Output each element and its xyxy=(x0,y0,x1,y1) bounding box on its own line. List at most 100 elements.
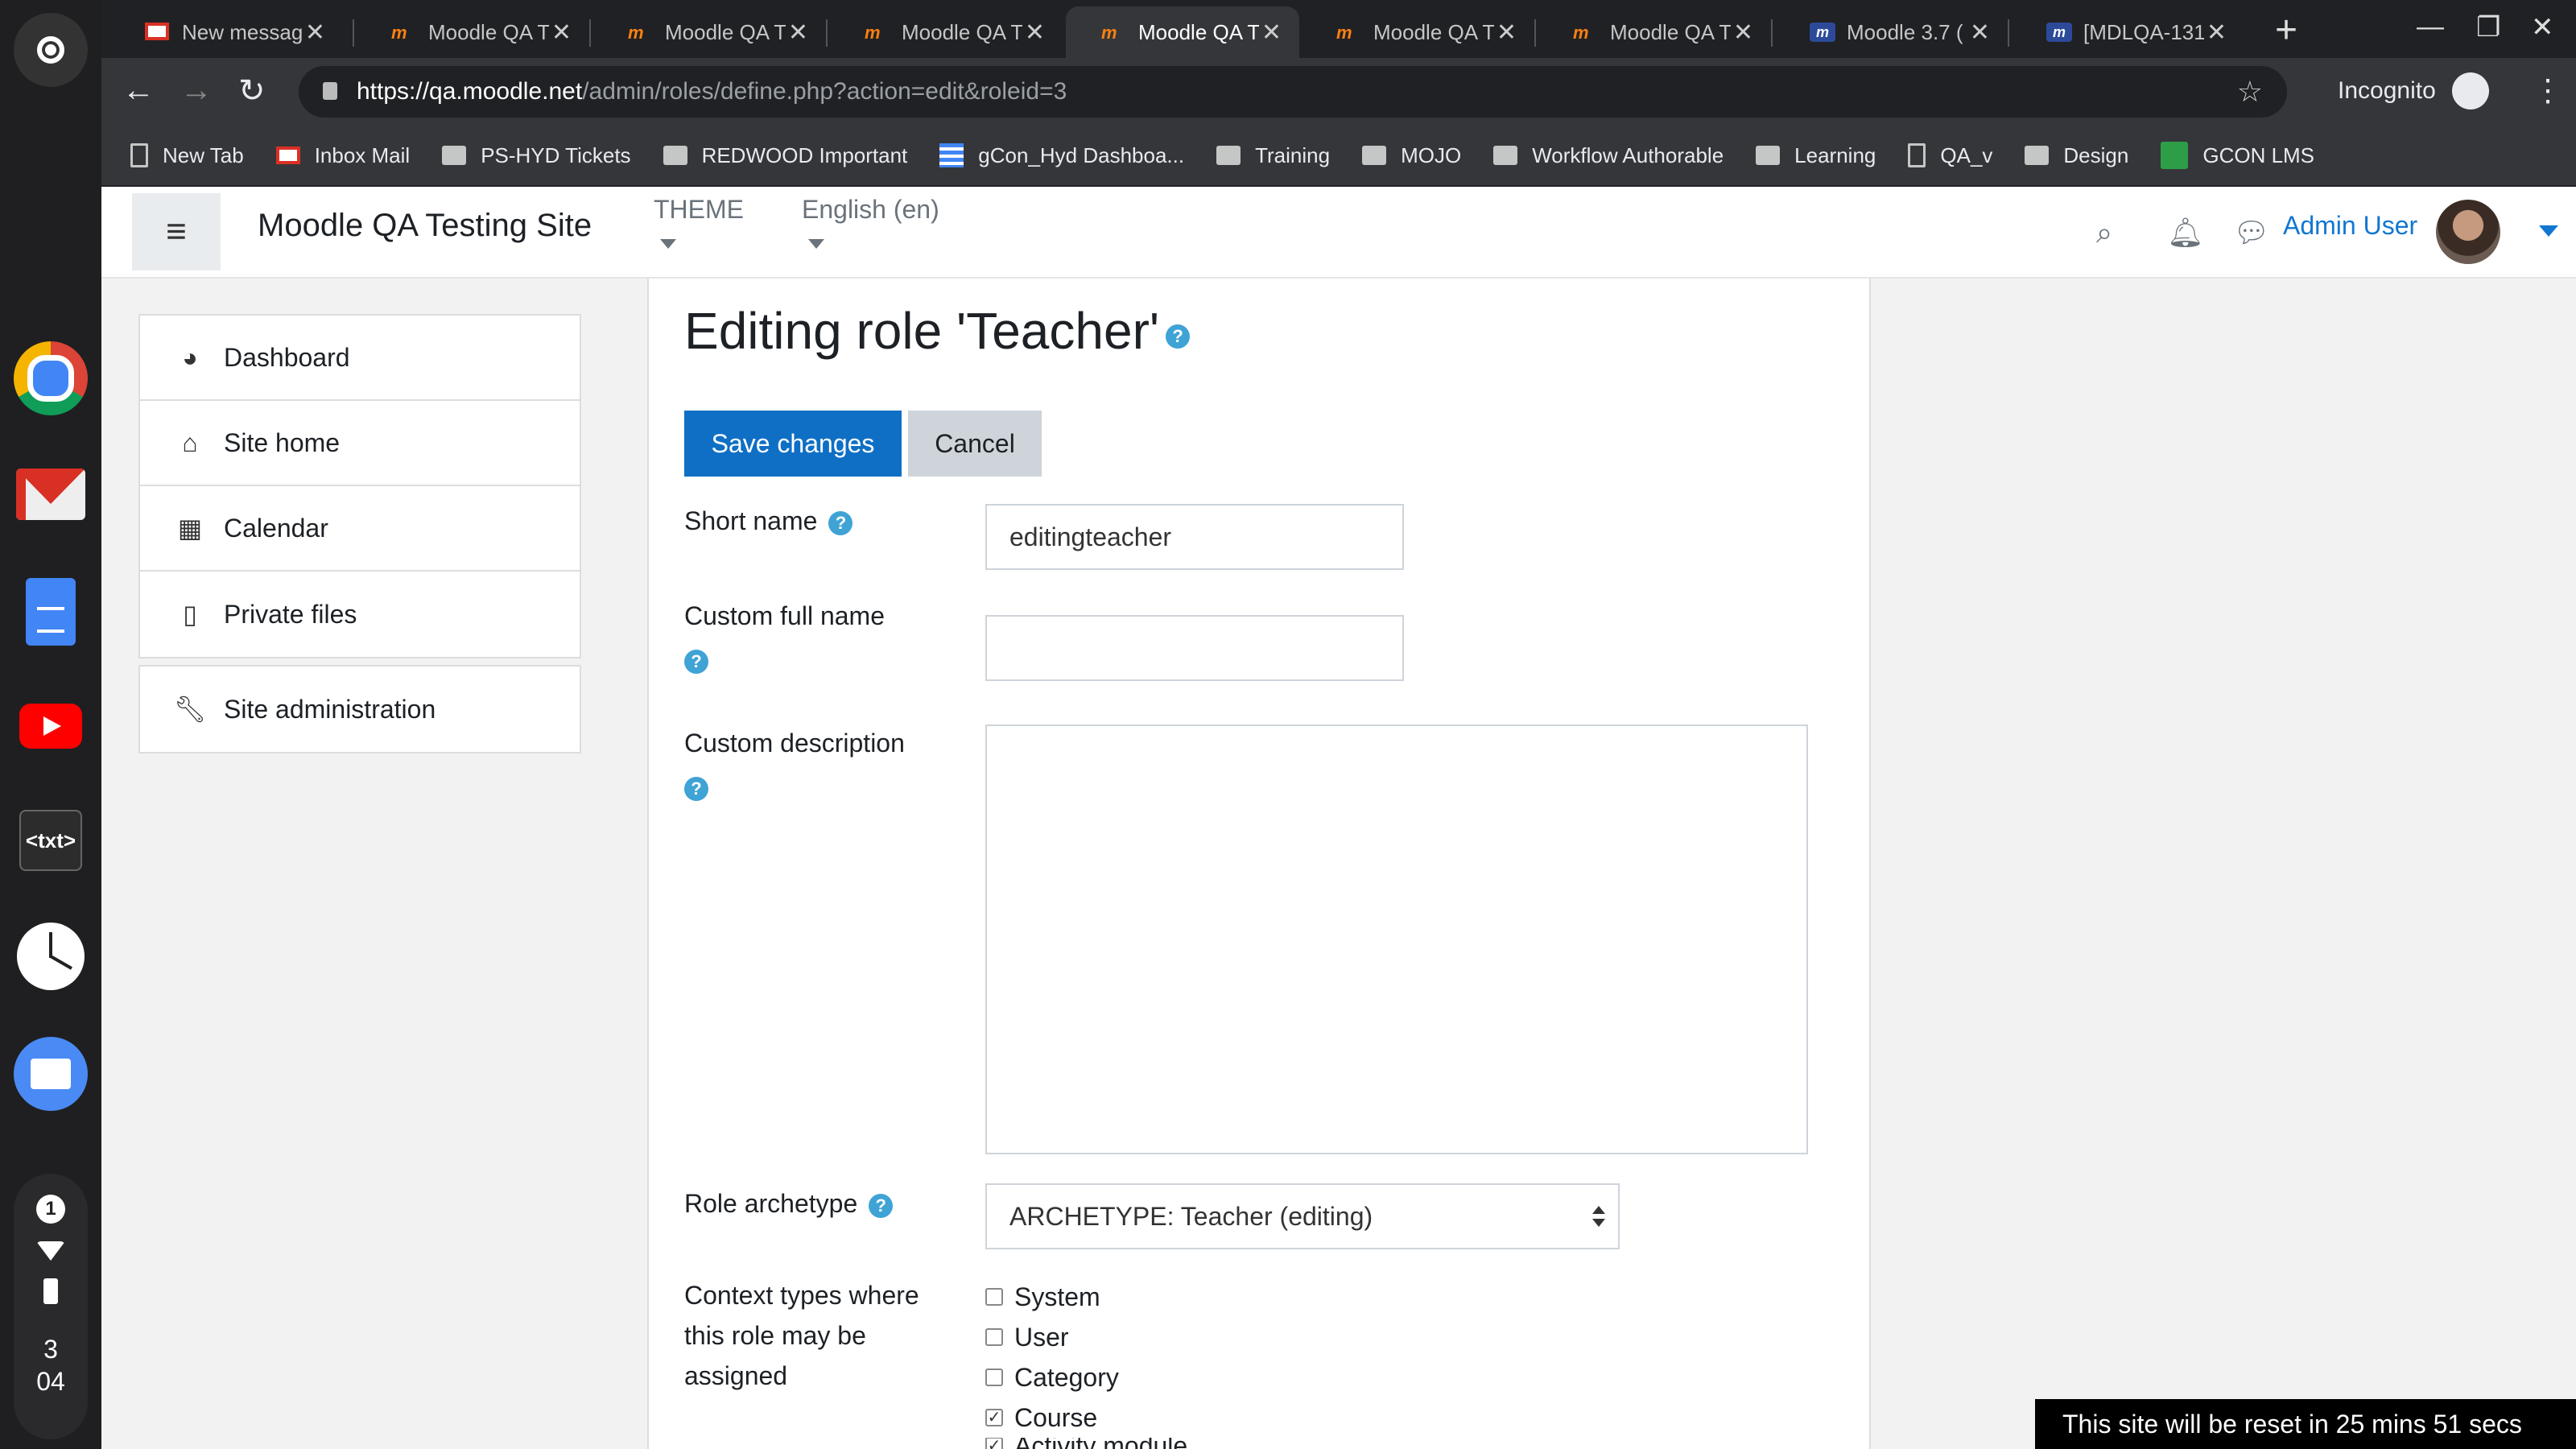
checkbox-checked[interactable]: ✓ xyxy=(985,1409,1003,1426)
browser-tab[interactable]: m Moodle QA T ✕ xyxy=(1538,6,1771,58)
browser-tab[interactable]: m Moodle QA T ✕ xyxy=(1301,6,1534,58)
bookmark-label: gCon_Hyd Dashboa... xyxy=(978,142,1185,167)
close-icon[interactable]: ✕ xyxy=(551,19,572,47)
cancel-button[interactable]: Cancel xyxy=(908,411,1042,477)
help-icon[interactable]: ? xyxy=(684,776,708,801)
folder-icon xyxy=(1756,146,1781,165)
nav-item-site-home[interactable]: ⌂ Site home xyxy=(140,401,580,486)
bookmark-item[interactable]: QA_v xyxy=(1908,143,1992,168)
checkbox[interactable] xyxy=(985,1368,1003,1386)
reload-icon[interactable]: ↻ xyxy=(238,72,266,109)
hamburger-menu-icon[interactable]: ≡ xyxy=(132,193,221,270)
files-icon[interactable] xyxy=(14,1037,88,1111)
browser-tab[interactable]: m [MDLQA-131 ✕ xyxy=(2011,6,2244,58)
bookmark-folder[interactable]: Design xyxy=(2025,143,2128,168)
clock-icon[interactable] xyxy=(14,919,88,993)
minimize-icon[interactable]: — xyxy=(2417,11,2444,43)
new-tab-icon[interactable]: + xyxy=(2275,8,2297,52)
bookmark-label: REDWOOD Important xyxy=(701,142,908,167)
nav-item-site-administration[interactable]: 🔧︎ Site administration xyxy=(140,667,580,752)
bookmark-folder[interactable]: REDWOOD Important xyxy=(663,142,908,168)
context-checkbox-activity-module[interactable]: ✓ Activity module xyxy=(985,1438,1187,1449)
close-icon[interactable]: ✕ xyxy=(1025,19,1045,47)
system-clock: 3 04 xyxy=(36,1333,65,1397)
bookmark-folder[interactable]: Workflow Authorable xyxy=(1493,143,1724,168)
chevron-down-icon[interactable] xyxy=(2539,225,2558,237)
checkbox[interactable] xyxy=(985,1288,1003,1306)
search-icon[interactable]: ⌕ xyxy=(2096,216,2112,250)
save-changes-button[interactable]: Save changes xyxy=(684,411,902,477)
chrome-icon[interactable] xyxy=(14,341,88,415)
text-editor-icon[interactable]: <txt> xyxy=(14,803,88,877)
browser-tab[interactable]: New message ✕ xyxy=(109,6,343,58)
help-icon[interactable]: ? xyxy=(684,649,708,674)
bookmark-item[interactable]: GCON LMS xyxy=(2161,142,2314,169)
menu-icon[interactable]: ⋮ xyxy=(2533,72,2563,109)
user-menu-name[interactable]: Admin User xyxy=(2283,211,2417,241)
youtube-icon[interactable] xyxy=(14,689,88,763)
lock-icon xyxy=(323,82,337,100)
tab-title: Moodle 3.7 ( xyxy=(1847,19,1963,44)
close-icon[interactable]: ✕ xyxy=(1496,19,1517,47)
bookmark-folder[interactable]: PS-HYD Tickets xyxy=(442,143,631,168)
checkbox[interactable] xyxy=(985,1328,1003,1346)
custom-full-name-input[interactable] xyxy=(985,615,1404,681)
system-tray[interactable]: 1 3 04 xyxy=(14,1174,88,1439)
role-archetype-select[interactable]: ARCHETYPE: Teacher (editing) xyxy=(985,1183,1620,1249)
theme-menu[interactable]: THEME xyxy=(654,195,744,249)
close-icon[interactable]: ✕ xyxy=(305,19,325,47)
short-name-input[interactable]: editingteacher xyxy=(985,504,1404,570)
browser-tab[interactable]: m Moodle 3.7 ( ✕ xyxy=(1774,6,2008,58)
context-checkbox-user[interactable]: User xyxy=(985,1317,1187,1357)
bell-icon[interactable]: 🔔︎ xyxy=(2167,216,2204,250)
role-archetype-label-text: Role archetype xyxy=(684,1189,858,1218)
close-icon[interactable]: ✕ xyxy=(1970,19,1990,47)
close-icon[interactable]: ✕ xyxy=(2207,19,2227,47)
bookmark-label: Learning xyxy=(1794,142,1876,167)
forward-icon[interactable]: → xyxy=(180,72,213,109)
avatar[interactable] xyxy=(2436,200,2500,264)
browser-tab[interactable]: m Moodle QA T ✕ xyxy=(356,6,589,58)
bookmark-item[interactable]: gCon_Hyd Dashboa... xyxy=(939,143,1184,168)
incognito-indicator[interactable]: Incognito xyxy=(2338,72,2489,109)
restore-icon[interactable]: ❐ xyxy=(2476,11,2500,43)
close-icon[interactable]: ✕ xyxy=(1733,19,1753,47)
browser-tab[interactable]: m Moodle QA T ✕ xyxy=(592,6,826,58)
help-icon[interactable]: ? xyxy=(869,1193,894,1218)
context-checkbox-category[interactable]: Category xyxy=(985,1357,1187,1397)
close-icon[interactable]: ✕ xyxy=(788,19,808,47)
nav-item-private-files[interactable]: ▯ Private files xyxy=(140,572,580,657)
launcher-icon[interactable] xyxy=(14,13,88,87)
checkbox-checked[interactable]: ✓ xyxy=(985,1438,1003,1449)
close-icon[interactable]: ✕ xyxy=(1261,19,1282,47)
bookmark-folder[interactable]: Learning xyxy=(1756,143,1876,168)
address-bar[interactable]: https://qa.moodle.net/admin/roles/define… xyxy=(299,66,2287,118)
bookmark-item[interactable]: Inbox Mail xyxy=(275,143,410,168)
context-checkbox-course[interactable]: ✓ Course xyxy=(985,1397,1187,1438)
browser-tab-active[interactable]: m Moodle QA T ✕ xyxy=(1066,6,1299,58)
bookmark-star-icon[interactable]: ☆ xyxy=(2237,66,2263,118)
home-icon: ⌂ xyxy=(182,427,198,457)
bookmark-folder[interactable]: MOJO xyxy=(1362,143,1461,168)
tab-title: Moodle QA T xyxy=(665,19,786,44)
docs-icon[interactable] xyxy=(14,575,88,649)
messages-icon[interactable]: 💬︎ xyxy=(2233,216,2270,250)
back-icon[interactable]: ← xyxy=(122,72,155,109)
bookmark-label: Training xyxy=(1255,142,1331,167)
bookmark-item[interactable]: New Tab xyxy=(130,143,244,168)
close-window-icon[interactable]: ✕ xyxy=(2531,11,2554,43)
moodle-navbar: ≡ Moodle QA Testing Site THEME English (… xyxy=(101,187,2576,279)
site-name[interactable]: Moodle QA Testing Site xyxy=(258,208,592,244)
nav-item-dashboard[interactable]: ◕ Dashboard xyxy=(140,316,580,401)
help-icon[interactable]: ? xyxy=(828,510,853,535)
chevron-down-icon xyxy=(660,239,676,249)
language-menu[interactable]: English (en) xyxy=(802,195,939,249)
nav-group-main: ◕ Dashboard ⌂ Site home ▦ Calendar ▯ Pri… xyxy=(138,314,581,658)
nav-item-calendar[interactable]: ▦ Calendar xyxy=(140,486,580,572)
custom-description-textarea[interactable] xyxy=(985,724,1808,1154)
context-checkbox-system[interactable]: System xyxy=(985,1277,1187,1317)
gmail-icon[interactable] xyxy=(14,457,88,531)
bookmark-folder[interactable]: Training xyxy=(1216,143,1330,168)
browser-tab[interactable]: m Moodle QA T ✕ xyxy=(829,6,1063,58)
help-icon[interactable]: ? xyxy=(1166,324,1191,349)
